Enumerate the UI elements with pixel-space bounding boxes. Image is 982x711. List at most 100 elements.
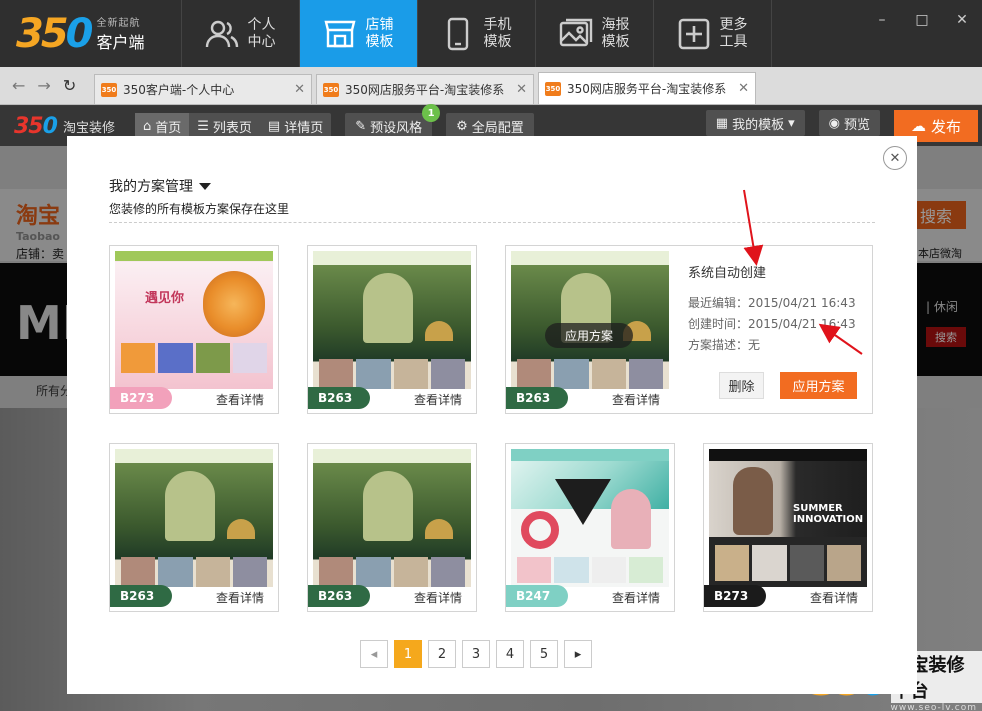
view-detail-link[interactable]: 查看详情 xyxy=(216,391,264,408)
next-page-button[interactable]: ▸ xyxy=(564,640,592,668)
create-time: 2015/04/21 16:43 xyxy=(748,317,856,331)
page-4[interactable]: 4 xyxy=(496,640,524,668)
template-code-tag: B263 xyxy=(506,387,568,409)
close-tab-icon[interactable]: ✕ xyxy=(516,82,527,97)
window-controls: – □ ✕ xyxy=(862,0,982,67)
close-tab-icon[interactable]: ✕ xyxy=(738,81,749,96)
list-icon: ☰ xyxy=(197,118,209,134)
template-code-tag: B263 xyxy=(308,585,370,607)
chevron-down-icon: ▾ xyxy=(788,115,795,131)
template-code-tag: B263 xyxy=(110,585,172,607)
maximize-button[interactable]: □ xyxy=(902,0,942,40)
refresh-icon[interactable]: ↻ xyxy=(63,76,76,95)
pagination: ◂ 1 2 3 4 5 ▸ xyxy=(360,640,592,668)
nav-shop-template[interactable]: 店铺模板 xyxy=(300,0,418,67)
prev-page-button[interactable]: ◂ xyxy=(360,640,388,668)
paint-icon: ✎ xyxy=(355,118,367,134)
overlay-apply-button[interactable]: 应用方案 xyxy=(545,323,633,348)
nav-mobile-template[interactable]: 手机模板 xyxy=(418,0,536,67)
template-card[interactable]: B263 查看详情 xyxy=(307,443,477,612)
template-card[interactable]: B247 查看详情 xyxy=(505,443,675,612)
template-code-tag: B273 xyxy=(110,387,172,409)
template-card[interactable]: SUMMER INNOVATION B273 查看详情 xyxy=(703,443,873,612)
close-tab-icon[interactable]: ✕ xyxy=(294,82,305,97)
toolbar-logo-text: 淘宝装修 xyxy=(62,120,115,136)
view-detail-link[interactable]: 查看详情 xyxy=(216,589,264,606)
page-1[interactable]: 1 xyxy=(394,640,422,668)
template-card[interactable]: B263 查看详情 xyxy=(109,443,279,612)
close-window-button[interactable]: ✕ xyxy=(942,0,982,40)
last-edit-time: 2015/04/21 16:43 xyxy=(748,296,856,310)
taobao-logo: 淘宝 Taobao xyxy=(16,204,61,243)
template-code-tag: B263 xyxy=(308,387,370,409)
upload-cloud-icon: ☁ xyxy=(910,117,926,135)
bg-weitao: 本店微淘 xyxy=(918,247,962,260)
browser-tab-bar: ← → ↻ 350 350客户端-个人中心 ✕ 350 350网店服务平台-淘宝… xyxy=(0,67,982,105)
detail-icon: ▤ xyxy=(267,118,281,134)
view-detail-link[interactable]: 查看详情 xyxy=(414,589,462,606)
users-icon xyxy=(205,20,238,47)
shop-icon xyxy=(323,20,356,47)
nav-poster-template[interactable]: 海报模板 xyxy=(536,0,654,67)
page-3[interactable]: 3 xyxy=(462,640,490,668)
template-thumbnail: SUMMER INNOVATION xyxy=(709,449,867,587)
view-detail-link[interactable]: 查看详情 xyxy=(414,391,462,408)
my-template-dropdown[interactable]: ▦ 我的模板 ▾ xyxy=(705,110,805,136)
page-5[interactable]: 5 xyxy=(530,640,558,668)
config-icon: ⚙ xyxy=(456,118,468,134)
scheme-description: 无 xyxy=(748,338,761,352)
view-detail-link[interactable]: 查看详情 xyxy=(810,589,858,606)
template-card[interactable]: 遇见你 B273 查看详情 xyxy=(109,245,279,414)
scheme-manager-modal: ✕ 我的方案管理 您装修的所有模板方案保存在这里 遇见你 B273 查看详情 B… xyxy=(67,136,917,694)
favicon: 350 xyxy=(101,82,117,97)
template-thumbnail xyxy=(511,449,669,587)
browser-tab[interactable]: 350 350客户端-个人中心 ✕ xyxy=(94,74,312,104)
caret-down-icon xyxy=(199,182,211,190)
delete-button[interactable]: 删除 xyxy=(719,372,764,399)
tab-title: 350网店服务平台-淘宝装修系 xyxy=(567,82,727,96)
watermark-url: www.seo-lv.com xyxy=(890,703,977,711)
forward-arrow-icon[interactable]: → xyxy=(37,76,50,95)
back-arrow-icon[interactable]: ← xyxy=(12,76,25,95)
bg-shop-label: 店铺：卖 xyxy=(16,247,65,261)
plus-box-icon xyxy=(678,18,709,49)
browser-tab[interactable]: 350 350网店服务平台-淘宝装修系 ✕ xyxy=(316,74,534,104)
modal-subtitle: 您装修的所有模板方案保存在这里 xyxy=(109,202,290,216)
logo-subtitle: 全新起航 xyxy=(96,18,141,29)
favicon: 350 xyxy=(545,81,561,96)
notification-badge: 1 xyxy=(422,104,441,122)
apply-scheme-button[interactable]: 应用方案 xyxy=(780,372,857,399)
template-thumbnail xyxy=(313,449,471,587)
app-logo: 350 全新起航 客户端 xyxy=(0,0,182,67)
scheme-title: 系统自动创建 xyxy=(688,266,767,281)
preview-button[interactable]: ◉ 预览 xyxy=(818,110,880,136)
phone-icon xyxy=(447,17,468,50)
favicon: 350 xyxy=(323,82,339,97)
nav-personal-center[interactable]: 个人中心 xyxy=(182,0,300,67)
template-thumbnail: 应用方案 xyxy=(511,251,669,389)
logo-mark: 350 xyxy=(16,10,93,57)
browser-nav-controls: ← → ↻ xyxy=(0,66,94,104)
minimize-button[interactable]: – xyxy=(862,0,902,40)
nav-more-tools[interactable]: 更多工具 xyxy=(654,0,772,67)
tab-title: 350客户端-个人中心 xyxy=(123,83,235,97)
template-card[interactable]: B263 查看详情 xyxy=(307,245,477,414)
bg-search-button: 搜索 xyxy=(917,201,966,229)
template-thumbnail xyxy=(115,449,273,587)
tab-title: 350网店服务平台-淘宝装修系 xyxy=(345,83,505,97)
app-header: 350 全新起航 客户端 个人中心 店铺模板 手机模板 海报模板 更多工具 – … xyxy=(0,0,982,67)
view-detail-link[interactable]: 查看详情 xyxy=(612,391,660,408)
page-2[interactable]: 2 xyxy=(428,640,456,668)
toolbar-logo: 350 xyxy=(14,113,58,139)
bg-category: | 休闲 xyxy=(926,300,958,314)
close-modal-button[interactable]: ✕ xyxy=(883,146,907,170)
home-icon: ⌂ xyxy=(142,118,152,134)
browser-tab-active[interactable]: 350 350网店服务平台-淘宝装修系 ✕ xyxy=(538,72,756,104)
template-card-selected[interactable]: 应用方案 B263 查看详情 系统自动创建 最近编辑：2015/04/21 16… xyxy=(505,245,873,414)
template-thumbnail xyxy=(313,251,471,389)
modal-title[interactable]: 我的方案管理 xyxy=(109,176,211,196)
template-code-tag: B273 xyxy=(704,585,766,607)
template-icon: ▦ xyxy=(715,115,729,131)
template-thumbnail: 遇见你 xyxy=(115,251,273,389)
view-detail-link[interactable]: 查看详情 xyxy=(612,589,660,606)
